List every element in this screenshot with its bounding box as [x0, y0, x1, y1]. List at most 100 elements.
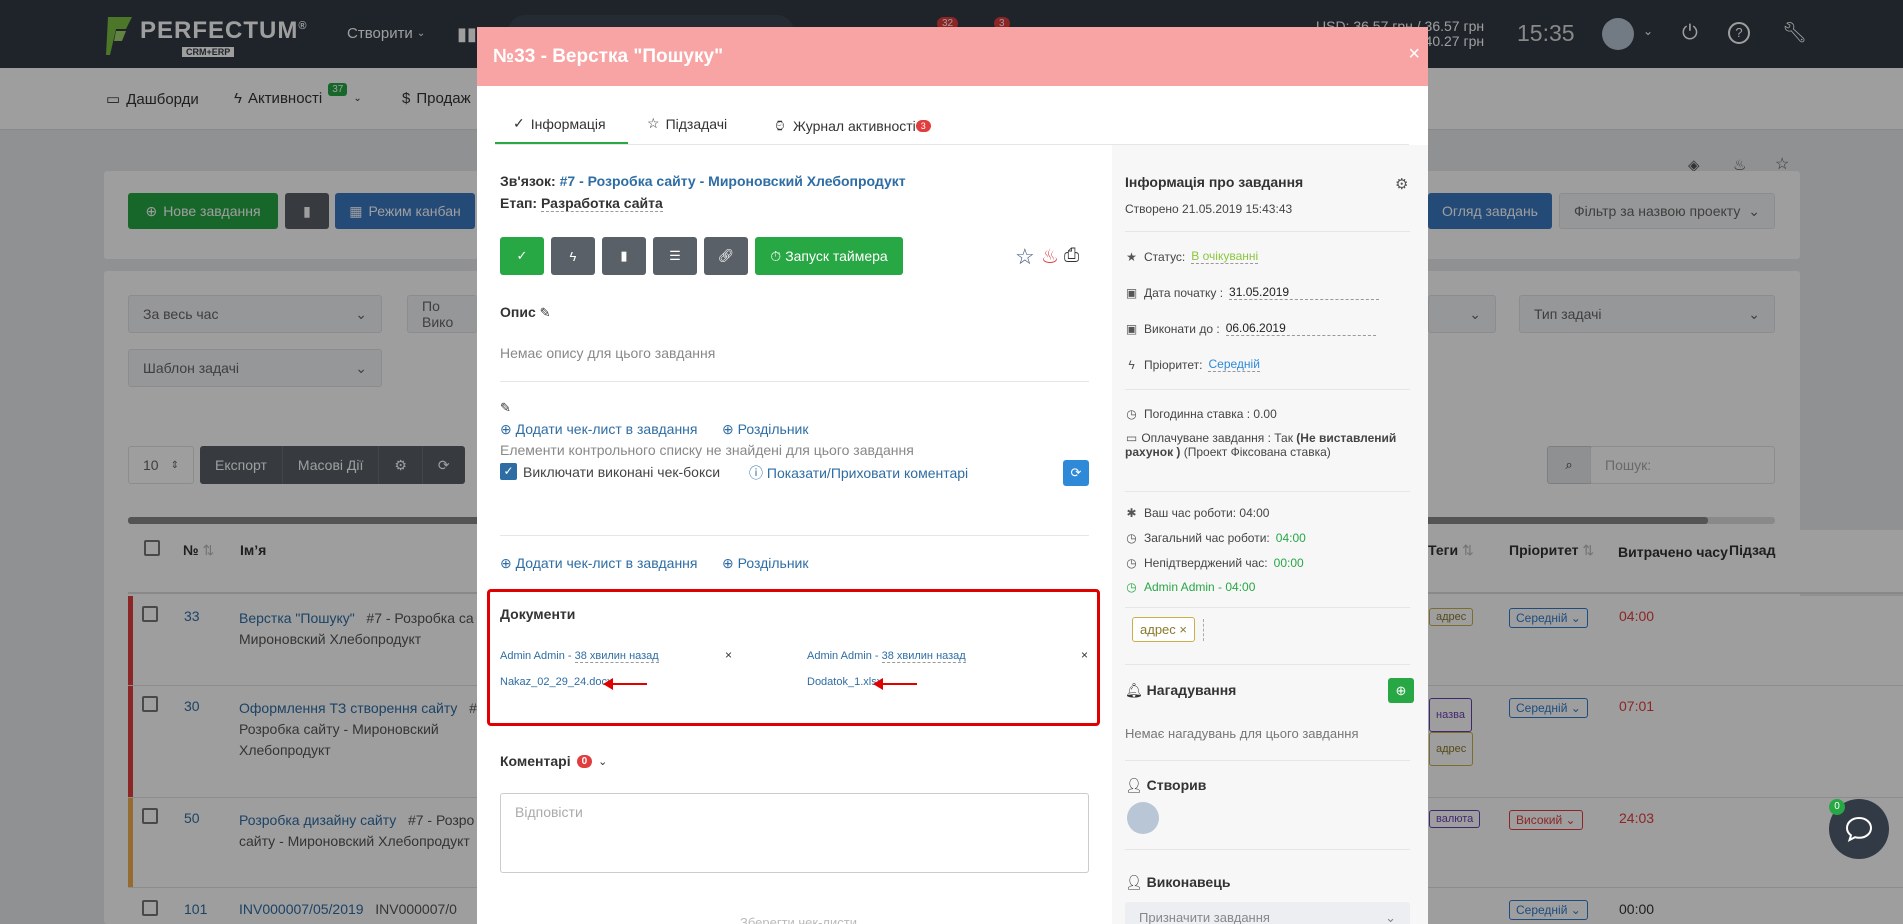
assign-task-select[interactable]: Призначити завдання ⌄ [1125, 902, 1410, 924]
plus-circle-icon: ⊕ [722, 421, 734, 437]
chevron-down-icon: ⌄ [598, 755, 608, 768]
reminders-title: 🔔︎ Нагадування [1125, 682, 1236, 699]
user-icon: 👤︎ [1125, 874, 1143, 890]
toggle-comments-link[interactable]: ⓘ Показати/Приховати коментарі [749, 463, 968, 483]
plus-circle-icon: ⊕ [500, 555, 512, 571]
due-date-value[interactable]: 06.06.2019 [1225, 321, 1376, 336]
description-title-text: Опис [500, 304, 536, 320]
reply-textarea[interactable]: Відповісти [500, 793, 1089, 873]
stage-value[interactable]: Разработка сайта [541, 195, 663, 212]
divider [1125, 607, 1410, 608]
stage-label: Етап: [500, 195, 538, 211]
your-time-line: ✱ Ваш час роботи: 04:00 [1125, 506, 1269, 520]
unconfirmed-value: 00:00 [1273, 556, 1304, 570]
asterisk-icon: ✱ [1126, 506, 1137, 520]
tab-information[interactable]: ✓ Інформація [513, 115, 606, 132]
check-circle-icon: ✓ [513, 115, 525, 131]
task-tag: адрес × [1132, 617, 1195, 642]
add-separator-link[interactable]: ⊕ Роздільник [722, 555, 809, 572]
reminders-empty: Немає нагадувань для цього завдання [1125, 726, 1359, 741]
fire-icon[interactable]: ♨ [1041, 244, 1059, 269]
comments-header[interactable]: Коментарі 0 ⌄ [500, 753, 607, 769]
user-icon: 👤︎ [1125, 777, 1143, 793]
reminders-title-text: Нагадування [1146, 682, 1237, 698]
priority-label: Пріоритет: [1144, 357, 1203, 372]
toggle-comments-label: Показати/Приховати коментарі [766, 465, 969, 481]
tag-remove-icon[interactable]: × [1179, 622, 1187, 637]
add-separator-link[interactable]: ⊕ Роздільник [722, 421, 809, 438]
link-button[interactable]: 🔗︎ [704, 237, 748, 275]
billable-prefix: Оплачуване завдання : Так [1141, 431, 1293, 445]
documents-title: Документи [500, 606, 576, 622]
exclude-done-label: Виключати виконані чек-бокси [523, 463, 721, 480]
chevron-down-icon: ⌄ [1385, 910, 1396, 924]
modal-header: №33 - Верстка "Пошуку" × [477, 27, 1428, 86]
favorite-star-icon[interactable]: ☆ [1015, 244, 1035, 270]
divider [1125, 389, 1410, 390]
clock-icon: ◷ [1126, 556, 1137, 570]
unconfirmed-time-line: ◷ Непідтверджений час: 00:00 [1125, 556, 1304, 570]
tab-subtasks[interactable]: ☆ Підзадачі [647, 115, 727, 132]
divider [500, 381, 1089, 382]
chat-badge: 0 [1829, 799, 1845, 815]
sync-icon[interactable]: ⟳ [1063, 460, 1089, 486]
admin-time: Admin Admin - 04:00 [1144, 580, 1256, 594]
priority-value[interactable]: Середній [1208, 357, 1260, 372]
stage: Етап: Разработка сайта [500, 195, 663, 212]
mark-complete-button[interactable]: ✓ [500, 237, 544, 275]
task-modal: №33 - Верстка "Пошуку" × ✓ Інформація ☆ Пі… [477, 27, 1428, 924]
add-reminder-button[interactable]: ⊕ [1388, 678, 1414, 703]
watch-icon: ⌚︎ [773, 118, 787, 134]
arrow-left-icon [603, 678, 647, 690]
edit-pencil-icon[interactable]: ✎ [540, 305, 551, 320]
check-icon: ✓ [516, 248, 528, 263]
divider [1125, 664, 1410, 665]
tag-input[interactable] [1203, 619, 1204, 641]
checkbox-checked-icon[interactable]: ✓ [500, 463, 517, 480]
document-file-link[interactable]: Nakaz_02_29_24.docx [500, 676, 613, 688]
add-checklist-link[interactable]: ⊕ Додати чек-лист в завдання [500, 555, 697, 572]
add-checklist-link[interactable]: ⊕ Додати чек-лист в завдання [500, 421, 697, 438]
edit-pencil-icon[interactable]: ✎ [500, 400, 511, 416]
total-time-value: 04:00 [1275, 531, 1306, 545]
gear-icon[interactable]: ⚙ [1395, 175, 1408, 193]
divider [1125, 760, 1410, 761]
list-button[interactable]: ☰ [653, 237, 697, 275]
document-time: 38 хвилин назад [574, 650, 659, 663]
remove-document-icon[interactable]: × [725, 648, 732, 662]
billable-project: (Проект Фіксована ставка) [1183, 445, 1331, 459]
your-time: Ваш час роботи: 04:00 [1144, 506, 1270, 520]
executor-label: Виконавець [1146, 874, 1231, 890]
tab-journal[interactable]: ⌚︎ Журнал активності 3 [773, 115, 931, 136]
status-value[interactable]: В очікуванні [1191, 249, 1259, 264]
save-checklists-button[interactable]: Зберегти чек-листи [740, 915, 857, 924]
bar-chart-icon: ▮ [620, 248, 628, 263]
start-timer-button[interactable]: ⏱︎ Запуск таймера [755, 237, 903, 275]
created-by-label: Створив [1146, 777, 1207, 793]
star-half-icon: ★ [1126, 249, 1137, 264]
start-date-value[interactable]: 31.05.2019 [1229, 285, 1380, 300]
creator-avatar[interactable] [1127, 802, 1159, 834]
bolt-button[interactable]: ϟ [551, 237, 595, 275]
document-file-link[interactable]: Dodatok_1.xlsx [807, 676, 882, 688]
assign-placeholder: Призначити завдання [1139, 910, 1270, 924]
tab-information-label: Інформація [530, 115, 606, 132]
relation-label: Зв'язок: [500, 173, 556, 189]
created-date: Створено 21.05.2019 15:43:43 [1125, 202, 1293, 216]
close-icon[interactable]: × [1408, 43, 1420, 66]
checklist-empty: Елементи контрольного списку не знайдені… [500, 442, 914, 458]
print-icon[interactable]: ⎙ [1064, 245, 1079, 267]
bolt-icon: ϟ [569, 248, 577, 264]
task-tag-label: адрес [1140, 622, 1176, 637]
bell-icon: 🔔︎ [1125, 682, 1143, 698]
exclude-done-toggle[interactable]: ✓ Виключати виконані чек-бокси [500, 463, 720, 480]
list-icon: ☰ [669, 248, 681, 263]
divider [500, 535, 1089, 536]
journal-count: 3 [915, 119, 931, 132]
divider [1125, 491, 1410, 492]
link-icon: 🔗︎ [717, 248, 735, 263]
modal-title: №33 - Верстка "Пошуку" [493, 46, 724, 67]
relation-link[interactable]: #7 - Розробка сайту - Мироновский Хлебоп… [560, 173, 906, 189]
stats-button[interactable]: ▮ [602, 237, 646, 275]
remove-document-icon[interactable]: × [1081, 648, 1088, 662]
